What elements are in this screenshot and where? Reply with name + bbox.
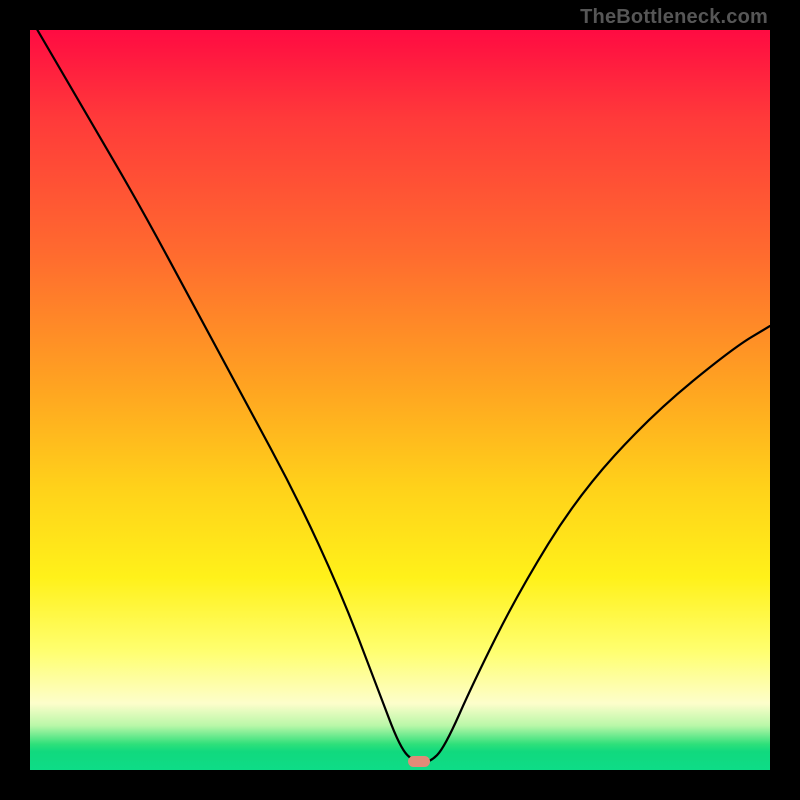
curve-path [37,30,770,763]
plot-area [30,30,770,770]
bottleneck-curve [30,30,770,770]
optimal-marker [408,756,430,767]
chart-frame: TheBottleneck.com [0,0,800,800]
watermark-text: TheBottleneck.com [580,6,768,29]
